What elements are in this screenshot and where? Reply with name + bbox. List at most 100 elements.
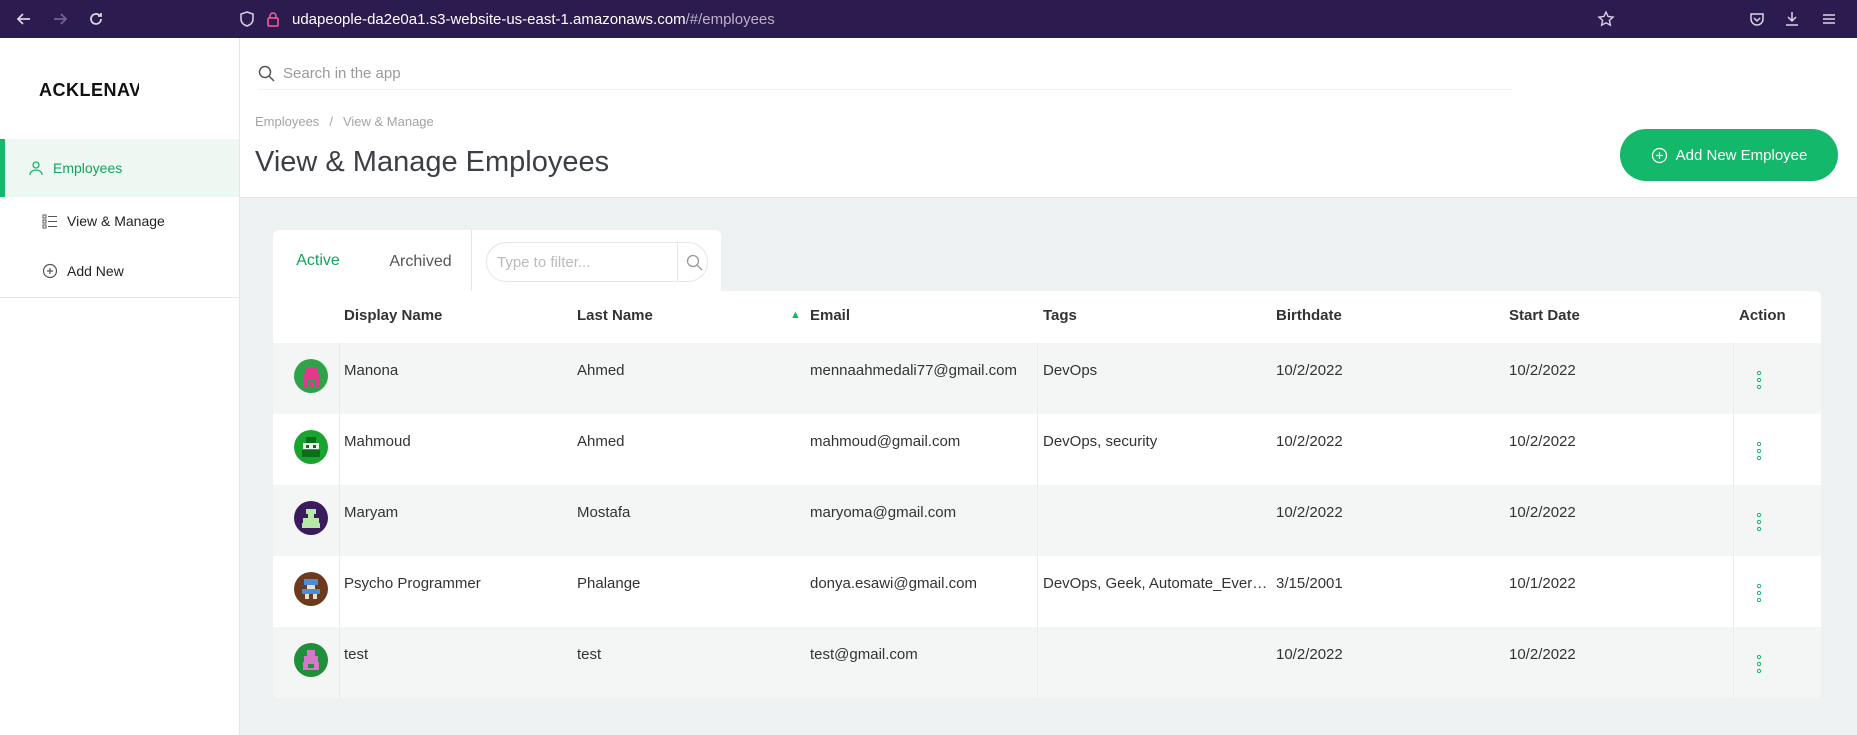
app: ACKLENAV Employees View & Manage Add New… (0, 38, 1857, 735)
cell-display-name: test (344, 646, 369, 663)
breadcrumb-separator: / (329, 114, 333, 129)
cell-email: mennaahmedali77@gmail.com (810, 362, 1017, 379)
column-divider (1733, 627, 1734, 698)
plus-circle-icon (1651, 147, 1667, 163)
cell-tags: DevOps, security (1043, 433, 1158, 450)
reload-icon[interactable] (84, 7, 108, 31)
column-divider (1733, 556, 1734, 627)
employees-table: Display Name Last Name ▲ Email Tags Birt… (273, 291, 1821, 698)
cell-birthdate: 10/2/2022 (1276, 433, 1343, 450)
column-divider (339, 343, 340, 414)
table-header: Display Name Last Name ▲ Email Tags Birt… (273, 291, 1821, 343)
search-icon[interactable] (686, 254, 703, 271)
cell-last-name: Ahmed (577, 433, 625, 450)
more-vertical-icon[interactable] (1749, 582, 1769, 604)
sidebar-item-label: Employees (53, 160, 123, 176)
pocket-icon[interactable] (1746, 8, 1768, 30)
cell-last-name: test (577, 646, 602, 663)
url-bar[interactable]: udapeople-da2e0a1.s3-website-us-east-1.a… (232, 4, 1622, 34)
tabs-divider (471, 230, 472, 294)
column-divider (1733, 414, 1734, 485)
breadcrumb: Employees / View & Manage (255, 114, 434, 129)
cell-last-name: Phalange (577, 575, 641, 592)
cell-display-name: Maryam (344, 504, 399, 521)
column-divider (339, 627, 340, 698)
cell-tags: DevOps (1043, 362, 1098, 379)
table-row[interactable]: Psycho Programmer Phalange donya.esawi@g… (273, 556, 1821, 627)
column-display-name[interactable]: Display Name (344, 307, 442, 324)
cell-start-date: 10/2/2022 (1509, 362, 1576, 379)
cell-display-name: Psycho Programmer (344, 575, 481, 592)
cell-birthdate: 3/15/2001 (1276, 575, 1343, 592)
download-icon[interactable] (1781, 8, 1803, 30)
column-last-name[interactable]: Last Name (577, 307, 653, 324)
column-birthdate[interactable]: Birthdate (1276, 307, 1342, 324)
column-email[interactable]: Email (810, 307, 850, 324)
sidebar-item-label: Add New (67, 263, 124, 279)
table-row[interactable]: Manona Ahmed mennaahmedali77@gmail.com D… (273, 343, 1821, 414)
more-vertical-icon[interactable] (1749, 653, 1769, 675)
table-row[interactable]: test test test@gmail.com 10/2/2022 10/2/… (273, 627, 1821, 698)
cell-tags: DevOps, Geek, Automate_Every... (1043, 575, 1268, 592)
sidebar: ACKLENAV Employees View & Manage Add New (0, 38, 240, 735)
sidebar-item-add-new[interactable]: Add New (0, 246, 239, 296)
avatar (294, 643, 328, 677)
page-title: View & Manage Employees (255, 146, 610, 178)
list-icon (42, 214, 57, 229)
tabs-bar: Active Archived (273, 230, 721, 294)
sort-asc-icon[interactable]: ▲ (790, 309, 801, 321)
cell-display-name: Mahmoud (344, 433, 411, 450)
lock-icon (262, 8, 284, 30)
cell-last-name: Mostafa (577, 504, 631, 521)
cell-start-date: 10/2/2022 (1509, 646, 1576, 663)
cell-start-date: 10/2/2022 (1509, 433, 1576, 450)
column-action: Action (1739, 307, 1786, 324)
search-icon (258, 65, 275, 82)
app-search[interactable] (258, 58, 1513, 90)
column-divider (1037, 485, 1038, 556)
add-button-label: Add New Employee (1675, 146, 1808, 164)
cell-display-name: Manona (344, 362, 399, 379)
bookmark-star-icon[interactable] (1595, 8, 1617, 30)
tab-archived[interactable]: Archived (378, 230, 463, 294)
filter-box[interactable] (486, 242, 708, 282)
search-input[interactable] (283, 65, 1283, 82)
cell-start-date: 10/2/2022 (1509, 504, 1576, 521)
more-vertical-icon[interactable] (1749, 511, 1769, 533)
cell-email: donya.esawi@gmail.com (810, 575, 977, 592)
column-divider (1733, 343, 1734, 414)
page-header: Employees / View & Manage View & Manage … (240, 38, 1857, 198)
sidebar-item-employees[interactable]: Employees (0, 139, 239, 197)
avatar (294, 501, 328, 535)
column-divider (339, 485, 340, 556)
logo: ACKLENAV (39, 80, 139, 100)
sidebar-divider (0, 297, 239, 298)
table-row[interactable]: Maryam Mostafa maryoma@gmail.com 10/2/20… (273, 485, 1821, 556)
breadcrumb-view-manage: View & Manage (342, 114, 434, 129)
cell-last-name: Ahmed (577, 362, 625, 379)
column-tags[interactable]: Tags (1043, 307, 1077, 324)
sidebar-item-label: View & Manage (67, 213, 165, 229)
more-vertical-icon[interactable] (1749, 440, 1769, 462)
filter-input[interactable] (497, 253, 677, 271)
cell-start-date: 10/1/2022 (1509, 575, 1576, 592)
back-icon[interactable] (12, 7, 36, 31)
forward-icon[interactable] (48, 7, 72, 31)
column-divider (1037, 343, 1038, 414)
breadcrumb-employees[interactable]: Employees (255, 114, 319, 129)
sidebar-item-view-manage[interactable]: View & Manage (0, 196, 239, 246)
shield-icon (236, 8, 258, 30)
column-start-date[interactable]: Start Date (1509, 307, 1580, 324)
column-divider (339, 414, 340, 485)
table-row[interactable]: Mahmoud Ahmed mahmoud@gmail.com DevOps, … (273, 414, 1821, 485)
column-divider (1037, 627, 1038, 698)
column-divider (339, 556, 340, 627)
add-new-employee-button[interactable]: Add New Employee (1620, 129, 1838, 181)
url-text: udapeople-da2e0a1.s3-website-us-east-1.a… (292, 10, 775, 28)
cell-birthdate: 10/2/2022 (1276, 646, 1343, 663)
more-vertical-icon[interactable] (1749, 369, 1769, 391)
user-icon (29, 161, 43, 176)
tab-active[interactable]: Active (273, 230, 363, 294)
cell-email: test@gmail.com (810, 646, 918, 663)
menu-icon[interactable] (1818, 8, 1840, 30)
